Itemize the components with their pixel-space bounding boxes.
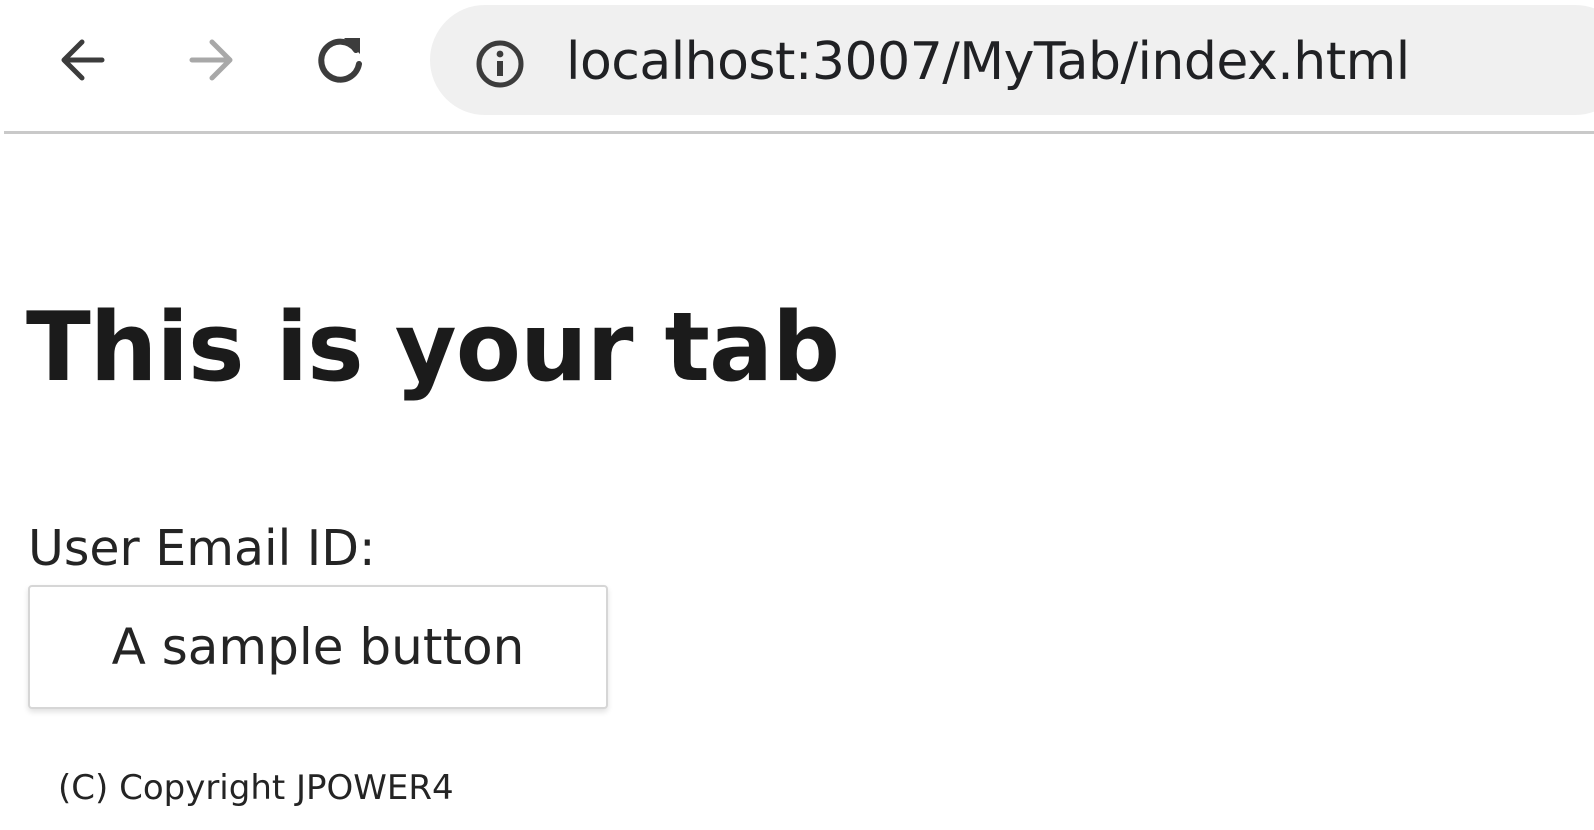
- page-title: This is your tab: [26, 293, 840, 403]
- address-bar[interactable]: localhost:3007/MyTab/index.html: [430, 5, 1594, 115]
- back-button[interactable]: [46, 24, 118, 96]
- back-arrow-icon: [52, 30, 112, 90]
- forward-button[interactable]: [176, 24, 248, 96]
- user-email-label: User Email ID:: [28, 520, 376, 577]
- reload-button[interactable]: [304, 24, 376, 96]
- info-icon[interactable]: [474, 38, 526, 90]
- browser-toolbar: localhost:3007/MyTab/index.html: [0, 0, 1594, 134]
- reload-icon: [310, 30, 370, 90]
- toolbar-divider: [4, 131, 1594, 134]
- copyright-text: (C) Copyright JPOWER4: [58, 768, 454, 808]
- forward-arrow-icon: [182, 30, 242, 90]
- sample-button[interactable]: A sample button: [28, 585, 608, 709]
- url-text[interactable]: localhost:3007/MyTab/index.html: [566, 31, 1410, 93]
